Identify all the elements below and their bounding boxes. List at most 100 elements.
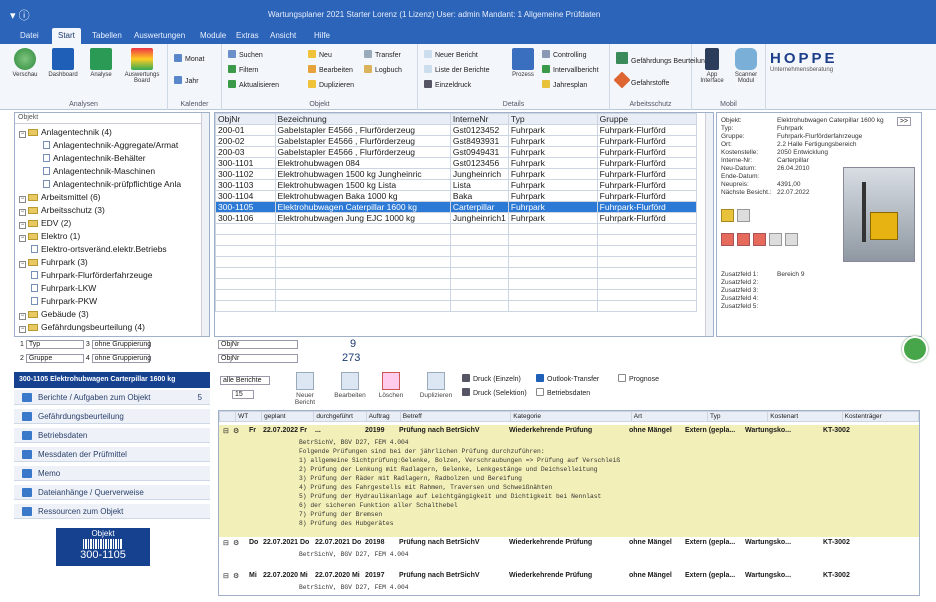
bearbeiten-button[interactable]: Bearbeiten: [308, 65, 353, 74]
pdf-icon[interactable]: [721, 233, 734, 246]
print-selection-button[interactable]: Druck (Selektion): [462, 388, 527, 397]
table-row[interactable]: 200-03 Gabelstapler E4566 , Flurförderzeu…: [215, 146, 698, 158]
tree-node[interactable]: − Gebäude (3): [19, 309, 89, 320]
tree-node[interactable]: Elektro-ortsveränd.elektr.Betriebs: [31, 244, 167, 254]
dashboard-button[interactable]: Dashboard: [46, 48, 80, 78]
pdf-icon[interactable]: [753, 233, 766, 246]
column-header[interactable]: Typ: [507, 113, 598, 125]
column-header[interactable]: durchgeführt: [313, 411, 367, 422]
tree-search-field[interactable]: Objekt: [15, 113, 209, 124]
menu-module[interactable]: Module: [200, 31, 226, 40]
tree-node[interactable]: − Fuhrpark (3): [19, 257, 88, 268]
gefahrstoffe-button[interactable]: Gefahrstoffe: [613, 71, 669, 89]
app-menu-icon[interactable]: ▾ ⓘ: [10, 7, 30, 23]
liste-berichte-button[interactable]: Liste der Berichte: [424, 65, 489, 74]
monat-button[interactable]: Monat: [174, 54, 204, 63]
menu-extras[interactable]: Extras: [236, 31, 259, 40]
analyse-button[interactable]: Analyse: [84, 48, 118, 78]
tree-node[interactable]: Anlagentechnik-Behälter: [43, 153, 146, 163]
confirm-button[interactable]: [902, 336, 928, 362]
document-icon[interactable]: [769, 233, 782, 246]
outlook-transfer-button[interactable]: Outlook-Transfer: [536, 374, 599, 383]
expand-detail-button[interactable]: >>: [896, 117, 911, 126]
column-header[interactable]: geplant: [261, 411, 315, 422]
jahr-button[interactable]: Jahr: [174, 76, 199, 85]
group-field-1-select[interactable]: Typ: [25, 340, 84, 349]
column-header[interactable]: Auftrag: [365, 411, 401, 422]
tree-node[interactable]: Fuhrpark-Flurförderfahrzeuge: [31, 270, 153, 280]
table-row[interactable]: 200-01 Gabelstapler E4566 , Flurförderzeu…: [215, 124, 698, 136]
nav-item[interactable]: Memo: [14, 466, 210, 481]
tree-node[interactable]: Anlagentechnik-Maschinen: [43, 166, 155, 176]
aktualisieren-button[interactable]: Aktualisieren: [228, 80, 279, 89]
table-row[interactable]: 200-02 Gabelstapler E4566 , Flurförderzeu…: [215, 135, 698, 147]
object-barcode-tile[interactable]: Objekt 300-1105: [56, 528, 150, 566]
report-filter-select[interactable]: alle Berichte: [220, 376, 270, 385]
column-header[interactable]: Gruppe: [596, 113, 698, 125]
group-mode-4-select[interactable]: ohne Gruppierung: [91, 354, 151, 363]
column-header[interactable]: Betreff: [399, 411, 512, 422]
sort-field-1-select[interactable]: ObjNr: [218, 340, 298, 349]
group-field-2-select[interactable]: Gruppe: [25, 354, 84, 363]
suchen-button[interactable]: Suchen: [228, 50, 263, 59]
tree-node[interactable]: Fuhrpark-PKW: [31, 296, 97, 306]
tree-node[interactable]: Anlagentechnik-prüfpflichtige Anla: [43, 179, 181, 189]
table-row[interactable]: 300-1106 Elektrohubwagen Jung EJC 1000 kg…: [215, 212, 698, 224]
table-row[interactable]: 300-1103 Elektrohubwagen 1500 kg Lista Lis…: [215, 179, 698, 191]
nav-item[interactable]: Messdaten der Prüfmittel: [14, 447, 210, 462]
jahresplan-button[interactable]: Jahresplan: [542, 80, 587, 89]
menu-datei[interactable]: Datei: [20, 31, 39, 40]
column-header[interactable]: ObjNr: [215, 113, 276, 125]
sort-field-2-select[interactable]: ObjNr: [218, 354, 298, 363]
logbuch-button[interactable]: Logbuch: [364, 65, 402, 74]
pdf-icon[interactable]: [737, 233, 750, 246]
column-header[interactable]: Kostenträger: [841, 411, 919, 422]
tree-node[interactable]: − Anlagentechnik (4): [19, 127, 112, 138]
grid-scrollbar[interactable]: [705, 113, 713, 336]
menu-auswertungen[interactable]: Auswertungen: [134, 31, 185, 40]
table-row[interactable]: 300-1101 Elektrohubwagen 084 Gst0123456 Fuh…: [215, 157, 698, 169]
column-header[interactable]: Typ: [707, 411, 769, 422]
tree-node[interactable]: − EDV (2): [19, 218, 71, 229]
neuer-bericht-button[interactable]: Neuer Bericht: [424, 50, 478, 59]
tree-node[interactable]: − Arbeitsmittel (6): [19, 192, 101, 203]
print-single-button[interactable]: Druck (Einzeln): [462, 374, 521, 383]
neu-button[interactable]: Neu: [308, 50, 332, 59]
column-header[interactable]: Kostenart: [767, 411, 843, 422]
transfer-button[interactable]: Transfer: [364, 50, 401, 59]
column-header[interactable]: Kategorie: [510, 411, 632, 422]
column-header[interactable]: Art: [630, 411, 709, 422]
nav-item[interactable]: Berichte / Aufgaben zum Objekt 5: [14, 390, 210, 405]
menu-tabellen[interactable]: Tabellen: [92, 31, 122, 40]
tree-node[interactable]: − Gefährdungsbeurteilung (4): [19, 322, 145, 333]
tree-node[interactable]: Fuhrpark-LKW: [31, 283, 96, 293]
collapse-icon[interactable]: ⊟: [223, 539, 229, 547]
betriebsdaten-checkbox[interactable]: Betriebsdaten: [536, 388, 590, 397]
app-interface-button[interactable]: App Interface: [696, 48, 728, 84]
tree-node[interactable]: − Arbeitsschutz (3): [19, 205, 105, 216]
edit-report-button[interactable]: Bearbeiten: [330, 372, 370, 399]
group-mode-3-select[interactable]: ohne Gruppierung: [91, 340, 151, 349]
collapse-icon[interactable]: ⊟: [223, 572, 229, 580]
column-header[interactable]: Bezeichnung: [274, 113, 451, 125]
intervallbericht-button[interactable]: Intervallbericht: [542, 65, 599, 74]
collapse-icon[interactable]: ⊟: [223, 427, 229, 435]
filtern-button[interactable]: Filtern: [228, 65, 258, 74]
document-icon[interactable]: [785, 233, 798, 246]
report-limit-spinner[interactable]: 15: [232, 390, 254, 399]
table-row[interactable]: 300-1104 Elektrohubwagen Baka 1000 kg Baka…: [215, 190, 698, 202]
attachment-icon[interactable]: [737, 209, 750, 222]
menu-start[interactable]: Start: [52, 28, 81, 44]
column-header[interactable]: [219, 411, 237, 422]
duplizieren-button[interactable]: Duplizieren: [308, 80, 354, 89]
column-header[interactable]: WT: [235, 411, 263, 422]
auswertungs-board-button[interactable]: Auswertungs Board: [122, 48, 162, 84]
controlling-button[interactable]: Controlling: [542, 50, 586, 59]
nav-item[interactable]: Ressourcen zum Objekt: [14, 504, 210, 519]
tree-node[interactable]: Anlagentechnik-Aggregate/Armat: [43, 140, 178, 150]
scanner-modul-button[interactable]: Scanner Modul: [730, 48, 762, 84]
nav-item[interactable]: Betriebsdaten: [14, 428, 210, 443]
nav-item[interactable]: Gefährdungsbeurteilung: [14, 409, 210, 424]
prognose-checkbox[interactable]: Prognose: [618, 374, 659, 383]
table-row[interactable]: 300-1105 Elektrohubwagen Caterpillar 1600…: [215, 201, 698, 213]
